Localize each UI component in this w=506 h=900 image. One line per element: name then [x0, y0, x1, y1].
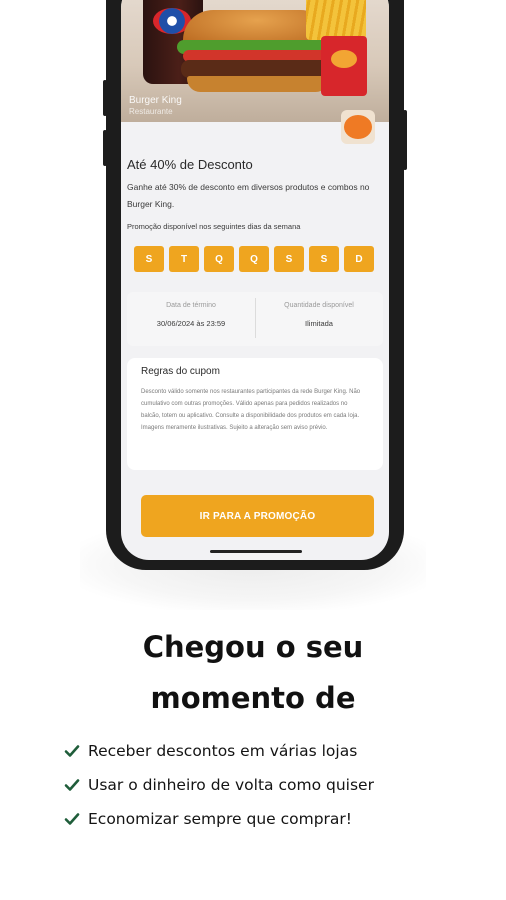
- end-date-info: Data de término 30/06/2024 às 23:59: [129, 302, 253, 328]
- weekday-badge: Q: [239, 246, 269, 272]
- brand-logo: [341, 110, 375, 144]
- phone-screen: Burger King Restaurante Até 40% de Desco…: [121, 0, 389, 560]
- list-item: Economizar sempre que comprar!: [64, 802, 374, 836]
- hero-caption-subtitle: Restaurante: [129, 107, 173, 116]
- list-item: Usar o dinheiro de volta como quiser: [64, 768, 374, 802]
- weekday-badge: S: [134, 246, 164, 272]
- benefit-text: Receber descontos em várias lojas: [88, 742, 358, 760]
- weekday-badge: S: [274, 246, 304, 272]
- phone-volume-button: [103, 80, 107, 116]
- home-indicator: [210, 550, 302, 553]
- quantity-label: Quantidade disponível: [284, 302, 354, 309]
- go-to-promotion-button[interactable]: IR PARA A PROMOÇÃO: [141, 495, 374, 537]
- benefit-text: Economizar sempre que comprar!: [88, 810, 353, 828]
- fries-image: [306, 0, 366, 40]
- list-item: Receber descontos em várias lojas: [64, 734, 374, 768]
- headline-line-1: Chegou o seu: [142, 630, 364, 664]
- weekday-badge: Q: [204, 246, 234, 272]
- phone-power-button: [403, 110, 407, 170]
- brand-logo-icon: [344, 115, 372, 139]
- check-icon: [64, 745, 80, 757]
- benefit-text: Usar o dinheiro de volta como quiser: [88, 776, 374, 794]
- quantity-info: Quantidade disponível Ilimitada: [257, 302, 381, 328]
- end-date-value: 30/06/2024 às 23:59: [156, 319, 226, 328]
- page-headline: Chegou o seu momento de: [0, 622, 506, 724]
- promo-description: Ganhe até 30% de desconto em diversos pr…: [127, 182, 370, 209]
- hero-caption-title: Burger King: [129, 95, 182, 106]
- burger-bun-bottom: [187, 76, 329, 92]
- headline-line-2: momento de: [150, 681, 356, 715]
- weekday-badge: S: [309, 246, 339, 272]
- promo-hero-image: Burger King Restaurante: [121, 0, 389, 122]
- rules-text: Desconto válido somente nos restaurantes…: [141, 389, 361, 431]
- phone-volume-button: [103, 130, 107, 166]
- weekday-badge: D: [344, 246, 374, 272]
- weekday-badge: T: [169, 246, 199, 272]
- info-divider: [255, 298, 256, 338]
- availability-note: Promoção disponível nos seguintes dias d…: [127, 222, 301, 231]
- weekday-list: S T Q Q S S D: [134, 246, 374, 272]
- quantity-value: Ilimitada: [305, 319, 333, 328]
- check-icon: [64, 813, 80, 825]
- benefits-list: Receber descontos em várias lojas Usar o…: [64, 734, 374, 836]
- fries-box-image: [321, 36, 367, 96]
- promo-info-box: Data de término 30/06/2024 às 23:59 Quan…: [127, 292, 383, 346]
- coupon-rules-card: Regras do cupom Desconto válido somente …: [127, 358, 383, 470]
- hero-caption: Burger King Restaurante: [129, 95, 182, 117]
- rules-title: Regras do cupom: [141, 366, 220, 377]
- check-icon: [64, 779, 80, 791]
- end-date-label: Data de término: [166, 302, 216, 309]
- promo-title: Até 40% de Desconto: [127, 157, 253, 172]
